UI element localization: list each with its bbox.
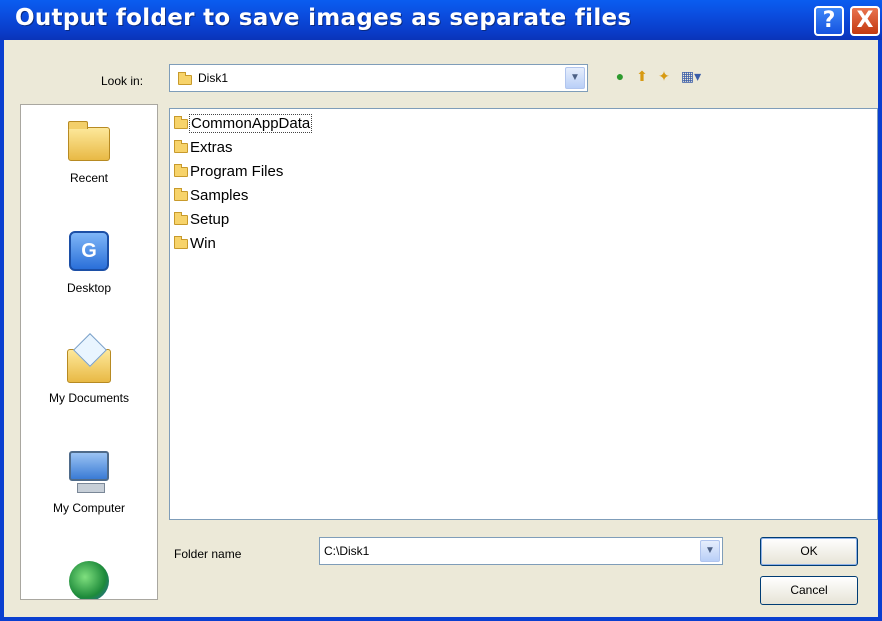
close-button[interactable]: X <box>850 6 880 36</box>
folder-icon <box>174 116 188 129</box>
file-list[interactable]: CommonAppData Extras Program Files Sampl… <box>169 108 878 520</box>
ok-button[interactable]: OK <box>760 537 858 566</box>
folder-icon <box>174 164 188 177</box>
views-menu-icon[interactable]: ▦▾ <box>678 66 704 86</box>
recent-folder-icon <box>68 121 110 161</box>
place-label: Recent <box>69 171 109 185</box>
look-in-combo[interactable]: Disk1 ▼ <box>169 64 588 92</box>
network-icon <box>69 561 109 599</box>
place-recent[interactable]: Recent <box>21 117 157 185</box>
help-button[interactable]: ? <box>814 6 844 36</box>
folder-name-input[interactable] <box>324 541 694 561</box>
place-label: My Computer <box>52 501 126 515</box>
folder-icon <box>174 140 188 153</box>
my-computer-icon <box>69 451 109 493</box>
folder-name-dropdown-button[interactable]: ▼ <box>700 540 720 562</box>
item-name: Win <box>190 235 216 252</box>
folder-icon <box>174 212 188 225</box>
folder-name-combo[interactable]: ▼ <box>319 537 723 565</box>
folder-name-label: Folder name <box>174 547 242 561</box>
new-folder-icon[interactable]: ✦ <box>654 66 674 86</box>
look-in-label: Look in: <box>101 74 144 88</box>
places-bar: Recent G Desktop My Documents My Compute… <box>20 104 158 600</box>
folder-icon <box>178 72 192 85</box>
up-folder-icon[interactable]: ⬆ <box>632 66 652 86</box>
my-documents-icon <box>67 349 111 383</box>
folder-icon <box>174 236 188 249</box>
window-title: Output folder to save images as separate… <box>15 5 632 31</box>
look-in-dropdown-button[interactable]: ▼ <box>565 67 585 89</box>
item-name: Samples <box>190 187 249 204</box>
folder-icon <box>174 188 188 201</box>
item-name: Extras <box>190 139 233 156</box>
place-label: Desktop <box>66 281 112 295</box>
place-my-documents[interactable]: My Documents <box>21 337 157 405</box>
dialog-window: Output folder to save images as separate… <box>0 0 882 621</box>
cancel-button[interactable]: Cancel <box>760 576 858 605</box>
desktop-icon: G <box>69 231 109 271</box>
place-desktop[interactable]: G Desktop <box>21 227 157 295</box>
place-my-computer[interactable]: My Computer <box>21 447 157 515</box>
dialog-body: Look in: Disk1 ▼ ● ⬆ ✦ ▦▾ Recent G Deskt… <box>4 40 878 617</box>
place-label: My Documents <box>48 391 130 405</box>
look-in-value: Disk1 <box>198 71 229 85</box>
title-bar[interactable]: Output folder to save images as separate… <box>0 0 882 40</box>
back-icon[interactable]: ● <box>610 66 630 86</box>
item-name: CommonAppData <box>188 114 313 133</box>
item-name: Program Files <box>190 163 284 180</box>
place-network[interactable] <box>21 557 157 599</box>
item-name: Setup <box>190 211 230 228</box>
